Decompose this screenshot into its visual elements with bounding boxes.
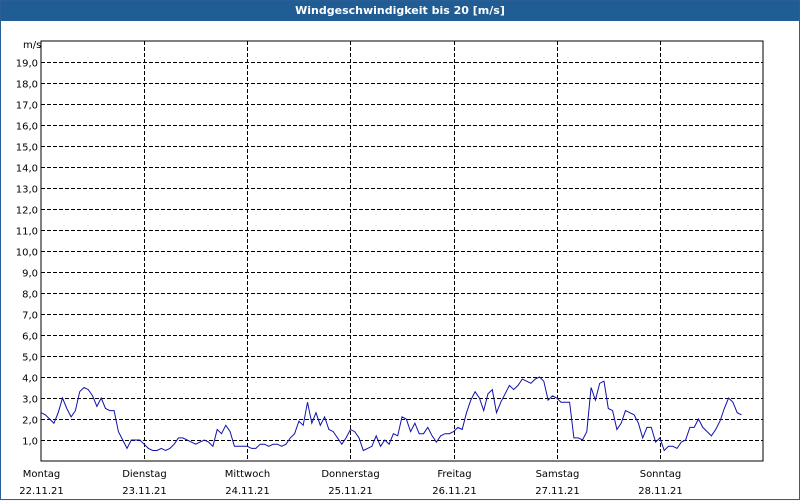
x-tick-label-day: Sonntag [640, 469, 682, 480]
x-tick-label-date: 23.11.21 [122, 486, 167, 497]
x-tick-label-day: Dienstag [122, 469, 167, 480]
y-tick-label: 1,0 [22, 437, 38, 448]
y-tick-label: 19,0 [16, 59, 38, 70]
y-tick-label: 18,0 [16, 80, 38, 91]
x-tick-label-day: Freitag [437, 469, 471, 480]
x-tick-label-date: 26.11.21 [432, 486, 477, 497]
x-tick-label-day: Mittwoch [225, 469, 270, 480]
chart-window: Windgeschwindigkeit bis 20 [m/s] m/s 1,0… [0, 0, 800, 500]
wind-speed-chart: m/s 1,0 2,0 3,0 4,0 5,0 6,0 7,0 8,0 9,0 10,0 11,0 1… [16, 40, 764, 497]
x-tick-label-day: Samstag [536, 469, 580, 480]
y-tick-label: 3,0 [22, 395, 38, 406]
x-tick-label-date: 28.11.21 [638, 486, 683, 497]
x-tick-label-date: 24.11.21 [225, 486, 270, 497]
y-axis-unit-label: m/s [23, 40, 41, 51]
y-tick-label: 12,0 [16, 206, 38, 217]
y-tick-label: 8,0 [22, 290, 38, 301]
y-tick-label: 5,0 [22, 353, 38, 364]
y-tick-label: 9,0 [22, 269, 38, 280]
y-tick-label: 11,0 [16, 227, 38, 238]
x-tick-label-day: Montag [23, 469, 60, 480]
y-tick-label: 13,0 [16, 185, 38, 196]
y-tick-label: 16,0 [16, 122, 38, 133]
y-tick-label: 7,0 [22, 311, 38, 322]
y-tick-label: 14,0 [16, 164, 38, 175]
y-tick-label: 17,0 [16, 101, 38, 112]
y-tick-label: 2,0 [22, 416, 38, 427]
y-tick-label: 10,0 [16, 248, 38, 259]
y-tick-label: 15,0 [16, 143, 38, 154]
x-tick-label-date: 27.11.21 [535, 486, 580, 497]
x-tick-label-date: 22.11.21 [19, 486, 64, 497]
y-tick-label: 6,0 [22, 332, 38, 343]
y-tick-label: 4,0 [22, 374, 38, 385]
x-tick-label-date: 25.11.21 [328, 486, 373, 497]
x-tick-label-day: Donnerstag [321, 469, 379, 480]
